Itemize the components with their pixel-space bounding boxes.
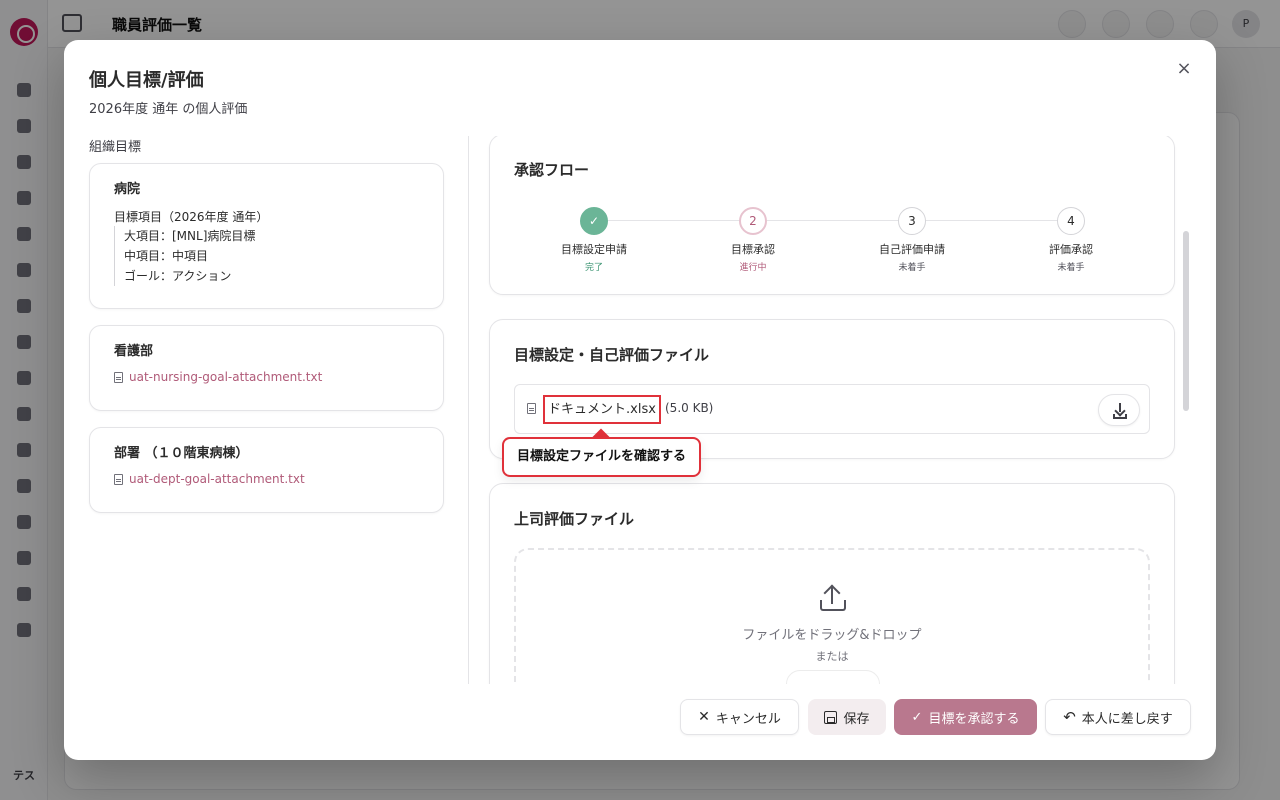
step-status: 未着手 — [898, 263, 926, 273]
approve-goal-button[interactable]: ✓ 目標を承認する — [894, 699, 1037, 735]
file-drop-zone[interactable]: ファイルをドラッグ&ドロップ または — [514, 548, 1150, 684]
approval-flow-card: 承認フロー ✓ 目標設定申請 完了 2 目標承認 進行中 3 自己評価申請 未着… — [489, 136, 1175, 295]
close-icon[interactable]: × — [1170, 58, 1198, 80]
hint-tooltip: 目標設定ファイルを確認する — [502, 437, 702, 477]
step-status: 進行中 — [739, 263, 767, 273]
download-tray — [1113, 414, 1127, 419]
check-icon: ✓ — [911, 709, 923, 725]
approval-flow-title: 承認フロー — [514, 161, 590, 179]
return-label: 本人に差し戻す — [1081, 711, 1173, 727]
step-label: 目標設定申請 — [561, 243, 627, 256]
personal-goal-dialog: 個人目標/評価 2026年度 通年 の個人評価 × 組織目標 病院 目標項目（2… — [64, 40, 1216, 760]
org-goals-label: 組織目標 — [89, 140, 142, 155]
supervisor-file-card: 上司評価ファイル ファイルをドラッグ&ドロップ または — [489, 483, 1175, 684]
step-number: 3 — [898, 207, 926, 235]
file-name-link[interactable]: ドキュメント.xlsx — [543, 395, 661, 424]
supervisor-file-title: 上司評価ファイル — [514, 510, 635, 528]
step-label: 目標承認 — [731, 243, 775, 256]
step-goal-approval: 2 目標承認 進行中 — [693, 207, 813, 273]
goal-file-title: 目標設定・自己評価ファイル — [514, 346, 710, 364]
step-number: 2 — [739, 207, 767, 235]
check-icon: ✓ — [580, 207, 608, 235]
org-card-title: 部署 （１０階東病棟） — [114, 446, 249, 461]
stepper-connector — [594, 220, 1070, 221]
save-button[interactable]: 保存 — [808, 699, 886, 735]
step-eval-approval: 4 評価承認 未着手 — [1011, 207, 1131, 273]
step-label: 自己評価申請 — [879, 243, 945, 256]
step-status: 未着手 — [1057, 263, 1085, 273]
goal-item: ゴール：アクション — [124, 269, 232, 283]
step-goal-application: ✓ 目標設定申請 完了 — [534, 207, 654, 273]
org-card-title: 病院 — [114, 182, 141, 197]
scrollbar-thumb[interactable] — [1183, 231, 1189, 411]
goal-item-list: 大項目：[MNL]病院目標 中項目：中項目 ゴール：アクション — [114, 226, 255, 286]
drop-or-text: または — [815, 650, 849, 663]
step-status: 完了 — [584, 263, 603, 273]
file-icon — [114, 473, 123, 485]
attachment-name[interactable]: uat-dept-goal-attachment.txt — [129, 472, 305, 486]
org-goals-panel: 組織目標 病院 目標項目（2026年度 通年） 大項目：[MNL]病院目標 中項… — [89, 136, 444, 684]
file-row: ドキュメント.xlsx (5.0 KB) — [514, 384, 1150, 434]
org-card-nursing: 看護部 uat-nursing-goal-attachment.txt — [89, 325, 444, 411]
dialog-title: 個人目標/評価 — [89, 70, 204, 91]
file-icon — [527, 403, 536, 414]
evaluation-panel[interactable]: 承認フロー ✓ 目標設定申請 完了 2 目標承認 進行中 3 自己評価申請 未着… — [469, 136, 1181, 684]
attachment-name[interactable]: uat-nursing-goal-attachment.txt — [129, 370, 322, 384]
cancel-label: キャンセル — [715, 711, 781, 727]
attachment-link[interactable]: uat-nursing-goal-attachment.txt — [114, 370, 322, 384]
cancel-button[interactable]: ✕ キャンセル — [680, 699, 799, 735]
scrollbar[interactable] — [1182, 136, 1190, 684]
file-icon — [114, 371, 123, 383]
dialog-subtitle: 2026年度 通年 の個人評価 — [89, 102, 248, 117]
step-number: 4 — [1057, 207, 1085, 235]
file-size: (5.0 KB) — [665, 401, 714, 415]
step-self-eval-application: 3 自己評価申請 未着手 — [852, 207, 972, 273]
drop-instructions: ファイルをドラッグ&ドロップ — [742, 628, 922, 643]
org-card-hospital: 病院 目標項目（2026年度 通年） 大項目：[MNL]病院目標 中項目：中項目… — [89, 163, 444, 309]
org-card-title: 看護部 — [114, 344, 154, 359]
return-to-employee-button[interactable]: ↶ 本人に差し戻す — [1045, 699, 1191, 735]
goal-item: 大項目：[MNL]病院目標 — [124, 229, 256, 243]
approval-stepper: ✓ 目標設定申請 完了 2 目標承認 進行中 3 自己評価申請 未着手 4 評価… — [514, 207, 1150, 277]
approve-label: 目標を承認する — [928, 711, 1020, 727]
upload-icon — [818, 584, 848, 614]
select-file-button[interactable] — [786, 670, 880, 684]
step-label: 評価承認 — [1049, 243, 1093, 256]
undo-icon: ↶ — [1063, 708, 1076, 726]
org-card-department: 部署 （１０階東病棟） uat-dept-goal-attachment.txt — [89, 427, 444, 513]
close-icon: ✕ — [698, 709, 710, 725]
download-button[interactable] — [1098, 394, 1140, 426]
goal-header: 目標項目（2026年度 通年） — [114, 210, 269, 224]
goal-item: 中項目：中項目 — [124, 249, 209, 263]
attachment-link[interactable]: uat-dept-goal-attachment.txt — [114, 472, 305, 486]
save-icon — [824, 710, 838, 724]
save-label: 保存 — [843, 711, 870, 727]
